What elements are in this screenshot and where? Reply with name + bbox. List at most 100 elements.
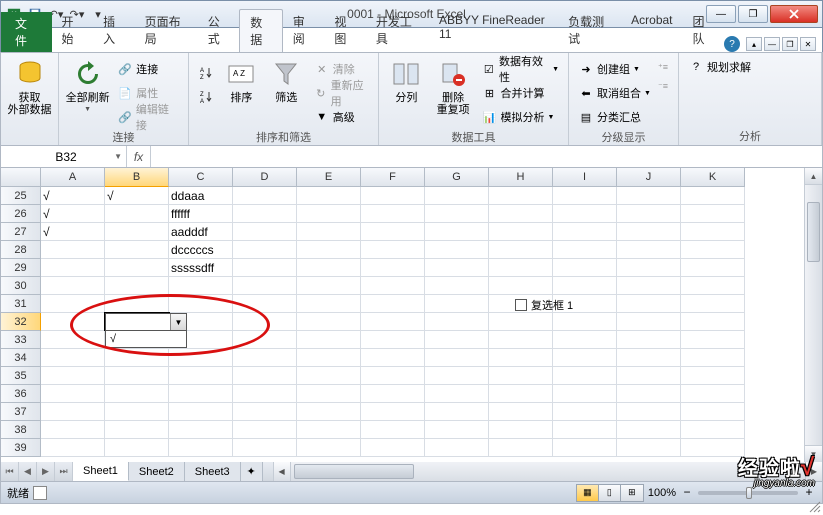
cell[interactable]: [553, 385, 617, 403]
remove-duplicates-button[interactable]: 删除 重复项: [432, 56, 475, 116]
cell[interactable]: [233, 367, 297, 385]
cell[interactable]: [553, 313, 617, 331]
cell[interactable]: [41, 421, 105, 439]
row-header[interactable]: 27: [1, 223, 41, 241]
column-header[interactable]: B: [105, 168, 169, 187]
name-box-dropdown-icon[interactable]: ▼: [114, 152, 122, 161]
cell[interactable]: [361, 259, 425, 277]
cell[interactable]: [681, 403, 745, 421]
cell[interactable]: [233, 439, 297, 457]
cell[interactable]: [105, 259, 169, 277]
cell[interactable]: [617, 421, 681, 439]
cell[interactable]: [425, 259, 489, 277]
refresh-all-button[interactable]: 全部刷新▼: [65, 56, 110, 113]
cell[interactable]: [681, 277, 745, 295]
cell[interactable]: [41, 259, 105, 277]
cell[interactable]: [169, 421, 233, 439]
cell[interactable]: [361, 241, 425, 259]
cell[interactable]: [233, 421, 297, 439]
formula-input[interactable]: [151, 146, 822, 167]
vertical-scrollbar[interactable]: ▲ ▼: [804, 168, 822, 462]
cell[interactable]: [105, 385, 169, 403]
row-header[interactable]: 35: [1, 367, 41, 385]
ribbon-tab[interactable]: 开始: [52, 9, 94, 52]
name-box-input[interactable]: [31, 150, 101, 164]
cell[interactable]: [681, 421, 745, 439]
scroll-thumb[interactable]: [807, 202, 820, 262]
cell[interactable]: [425, 439, 489, 457]
cell[interactable]: [425, 205, 489, 223]
text-to-columns-button[interactable]: 分列: [385, 56, 428, 104]
cell[interactable]: [41, 439, 105, 457]
sheet-tab[interactable]: Sheet2: [129, 462, 185, 481]
cell[interactable]: [169, 277, 233, 295]
consolidate-button[interactable]: ⊞合并计算: [478, 82, 562, 104]
cell[interactable]: [681, 313, 745, 331]
cell[interactable]: [553, 259, 617, 277]
cell[interactable]: [553, 223, 617, 241]
column-header[interactable]: G: [425, 168, 489, 187]
mdi-minimize-button[interactable]: —: [764, 37, 780, 51]
cell[interactable]: sssssdff: [169, 259, 233, 277]
cell[interactable]: [233, 349, 297, 367]
ribbon-tab[interactable]: 页面布局: [135, 9, 198, 52]
group-button[interactable]: ➜创建组 ▼: [575, 58, 654, 80]
cell[interactable]: [681, 223, 745, 241]
cell[interactable]: [105, 241, 169, 259]
cell[interactable]: [681, 241, 745, 259]
cell[interactable]: [361, 277, 425, 295]
cell[interactable]: [617, 205, 681, 223]
cell[interactable]: [617, 241, 681, 259]
cell[interactable]: [489, 277, 553, 295]
cell[interactable]: ffffff: [169, 205, 233, 223]
cell[interactable]: [425, 295, 489, 313]
cell[interactable]: [361, 385, 425, 403]
help-icon[interactable]: ?: [724, 36, 740, 52]
ribbon-tab[interactable]: Acrobat: [621, 9, 682, 52]
cell[interactable]: √: [41, 187, 105, 205]
column-header[interactable]: F: [361, 168, 425, 187]
cell[interactable]: √: [41, 223, 105, 241]
cell[interactable]: [489, 241, 553, 259]
cell[interactable]: [617, 295, 681, 313]
cell[interactable]: [233, 313, 297, 331]
cell[interactable]: [361, 421, 425, 439]
cell[interactable]: [489, 259, 553, 277]
mdi-restore-button[interactable]: ❐: [782, 37, 798, 51]
sheet-nav-next-icon[interactable]: ▶: [37, 462, 55, 481]
cell[interactable]: [297, 277, 361, 295]
whatif-button[interactable]: 📊模拟分析 ▼: [478, 106, 562, 128]
solver-button[interactable]: ?规划求解: [685, 56, 754, 78]
cell[interactable]: [553, 367, 617, 385]
row-header[interactable]: 29: [1, 259, 41, 277]
cell[interactable]: [233, 223, 297, 241]
cell[interactable]: [489, 187, 553, 205]
row-header[interactable]: 38: [1, 421, 41, 439]
row-header[interactable]: 30: [1, 277, 41, 295]
get-external-data-button[interactable]: 获取 外部数据: [7, 56, 52, 116]
ribbon-tab[interactable]: ABBYY FineReader 11: [429, 9, 558, 52]
cell[interactable]: [105, 277, 169, 295]
cell[interactable]: [489, 205, 553, 223]
row-header[interactable]: 26: [1, 205, 41, 223]
sheet-tab[interactable]: Sheet3: [185, 462, 241, 481]
cell[interactable]: [361, 205, 425, 223]
cell[interactable]: [617, 367, 681, 385]
cell[interactable]: [361, 367, 425, 385]
cell[interactable]: [425, 367, 489, 385]
row-header[interactable]: 31: [1, 295, 41, 313]
cell[interactable]: [617, 403, 681, 421]
cell[interactable]: [105, 403, 169, 421]
data-validation-dropdown[interactable]: ▼ √: [105, 313, 187, 348]
cell[interactable]: [233, 241, 297, 259]
page-layout-view-button[interactable]: ▯: [599, 485, 621, 501]
cell[interactable]: [233, 277, 297, 295]
cell[interactable]: [233, 205, 297, 223]
cell[interactable]: [105, 421, 169, 439]
hscroll-thumb[interactable]: [294, 464, 414, 479]
cell[interactable]: [489, 421, 553, 439]
cell[interactable]: [489, 223, 553, 241]
cell[interactable]: [41, 331, 105, 349]
cell[interactable]: [105, 349, 169, 367]
cell[interactable]: [681, 205, 745, 223]
